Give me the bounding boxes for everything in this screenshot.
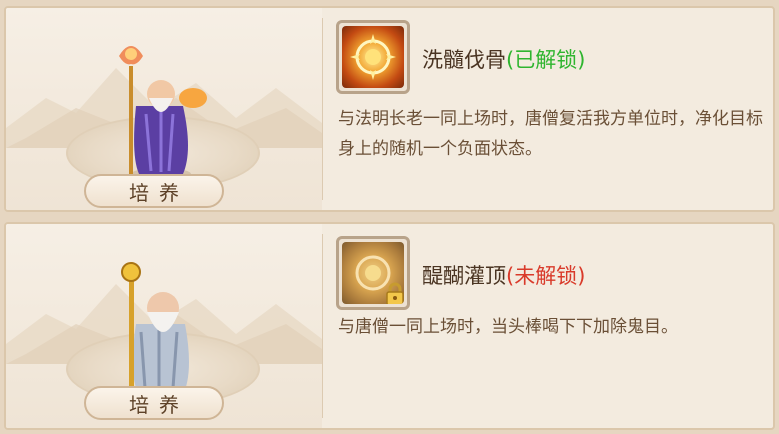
- skill-name: 醍醐灌顶: [422, 264, 506, 288]
- skill-description: 与法明长老一同上场时，唐僧复活我方单位时，净化目标身上的随机一个负面状态。: [338, 109, 763, 159]
- companion-card-1: 培养 洗髓伐骨(已解锁) 与法明长老一同上场时，唐僧复活我方单位时，净化目标身上…: [4, 6, 775, 212]
- divider: [322, 18, 323, 200]
- skill-status: (已解锁): [506, 48, 586, 72]
- fire-lotus-icon: [350, 34, 396, 80]
- character-panel: 培养: [6, 8, 322, 210]
- lock-icon: [386, 282, 404, 304]
- skill-title: 洗髓伐骨(已解锁): [422, 44, 585, 74]
- skill-title: 醍醐灌顶(未解锁): [422, 260, 585, 290]
- skill-icon[interactable]: [336, 20, 410, 94]
- skill-status: (未解锁): [506, 264, 586, 288]
- companion-card-2: 培养 醍醐灌顶(未解锁) 与唐僧一同上场时，当头棒喝下下加除鬼目。: [4, 222, 775, 430]
- train-button[interactable]: 培养: [84, 174, 224, 208]
- elder-monk-figure[interactable]: [101, 252, 221, 402]
- skill-icon[interactable]: [336, 236, 410, 310]
- skill-name: 洗髓伐骨: [422, 48, 506, 72]
- train-button[interactable]: 培养: [84, 386, 224, 420]
- divider: [322, 234, 323, 418]
- character-panel: 培养: [6, 224, 322, 428]
- skill-description: 与唐僧一同上场时，当头棒喝下下加除鬼目。: [338, 317, 678, 337]
- monk-fa-ming-figure[interactable]: [101, 36, 221, 186]
